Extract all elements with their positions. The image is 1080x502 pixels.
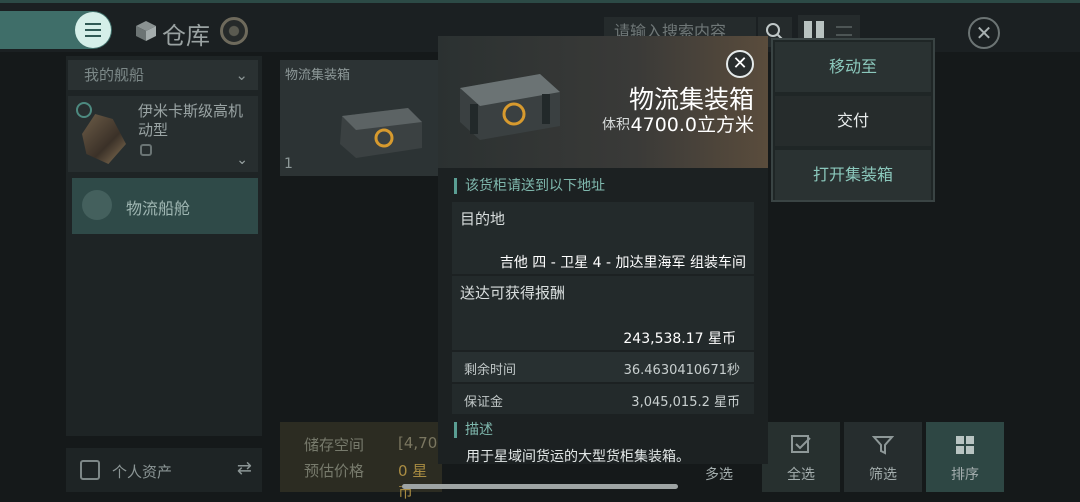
sidebar-item-logistics-hold[interactable]: 物流船舱 — [72, 178, 258, 234]
sidebar: 我的舰船 ⌄ 伊米卡斯级高机动型 ⌄ 物流船舱 — [66, 56, 262, 436]
item-detail-popup: ✕ 物流集装箱 体积 4700.0立方米 该货柜请送到以下地址 目的地 吉他 四… — [438, 36, 768, 464]
assets-icon — [80, 460, 100, 480]
active-badge-icon — [76, 102, 92, 118]
description-section-heading: 描述 — [454, 422, 493, 438]
storage-label: 储存空间 — [304, 436, 365, 454]
deposit-value: 3,045,015.2 星币 — [631, 395, 740, 410]
menu-button[interactable] — [0, 11, 112, 49]
deliver-button[interactable]: 交付 — [775, 96, 931, 146]
filter-button[interactable]: 筛选 — [844, 422, 922, 492]
action-menu: 移动至 交付 打开集装箱 — [771, 38, 935, 202]
container-image — [460, 74, 560, 140]
move-to-button[interactable]: 移动至 — [775, 42, 931, 92]
select-all-icon — [791, 435, 811, 453]
item-count: 1 — [284, 156, 293, 172]
hold-icon — [82, 190, 112, 220]
personal-assets-label: 个人资产 — [112, 463, 173, 481]
page-title: 仓库 — [162, 22, 210, 50]
item-label: 物流集装箱 — [285, 68, 351, 83]
remaining-time-row: 剩余时间 36.4630410671秒 — [452, 352, 754, 382]
remaining-time-value: 36.4630410671秒 — [623, 363, 740, 378]
reward-label: 送达可获得报酬 — [460, 284, 566, 302]
cube-icon — [136, 21, 156, 41]
ship-info-icon — [140, 144, 152, 156]
price-label: 预估价格 — [304, 462, 365, 480]
description-text: 用于星域间货运的大型货柜集装箱。 — [466, 449, 690, 464]
price-value: 0 星币 — [398, 462, 428, 501]
close-icon[interactable]: ✕ — [726, 50, 754, 78]
popup-header: ✕ 物流集装箱 体积 4700.0立方米 — [438, 36, 768, 168]
reward-value: 243,538.17 星币 — [623, 331, 736, 347]
chevron-down-icon[interactable]: ⌄ — [236, 152, 248, 168]
address-section-heading: 该货柜请送到以下地址 — [454, 178, 605, 194]
deposit-label: 保证金 — [464, 395, 504, 410]
personal-assets-button[interactable]: 个人资产 ⇄ — [66, 448, 262, 492]
currency-ring-icon[interactable] — [220, 17, 248, 45]
remaining-time-label: 剩余时间 — [464, 363, 517, 378]
sort-label: 排序 — [951, 467, 979, 483]
close-icon[interactable]: ✕ — [968, 17, 1000, 49]
ship-dropdown-label: 我的舰船 — [84, 66, 145, 84]
select-all-label: 全选 — [787, 467, 815, 483]
select-all-button[interactable]: 全选 — [762, 422, 840, 492]
storage-info-panel: 储存空间 [4,700 预估价格 0 星币 — [280, 422, 447, 501]
open-container-button[interactable]: 打开集装箱 — [775, 150, 931, 200]
menu-icon — [75, 12, 111, 48]
multiselect-label: 多选 — [705, 467, 733, 483]
ship-card[interactable]: 伊米卡斯级高机动型 ⌄ — [68, 96, 258, 172]
reward-block: 送达可获得报酬 243,538.17 星币 — [452, 276, 754, 350]
home-indicator[interactable] — [402, 484, 678, 489]
chevron-down-icon: ⌄ — [235, 66, 248, 84]
filter-label: 筛选 — [869, 467, 897, 483]
sidebar-item-label: 物流船舱 — [126, 199, 191, 218]
destination-value: 吉他 四 - 卫星 4 - 加达里海军 组装车间 — [499, 255, 746, 271]
volume-value: 4700.0立方米 — [630, 114, 754, 136]
destination-block: 目的地 吉他 四 - 卫星 4 - 加达里海军 组装车间 — [452, 202, 754, 274]
sort-button[interactable]: 排序 — [926, 422, 1004, 492]
deposit-row: 保证金 3,045,015.2 星币 — [452, 384, 754, 414]
ship-dropdown[interactable]: 我的舰船 ⌄ — [68, 60, 258, 90]
volume-label: 体积 — [602, 117, 630, 133]
container-thumbnail — [340, 108, 422, 158]
filter-icon — [872, 436, 894, 455]
sort-icon — [956, 436, 974, 454]
swap-icon[interactable]: ⇄ — [237, 458, 252, 479]
inventory-item[interactable]: 物流集装箱 1 — [280, 60, 440, 176]
ship-image — [82, 114, 126, 164]
destination-label: 目的地 — [460, 210, 506, 228]
ship-name: 伊米卡斯级高机动型 — [138, 102, 244, 139]
